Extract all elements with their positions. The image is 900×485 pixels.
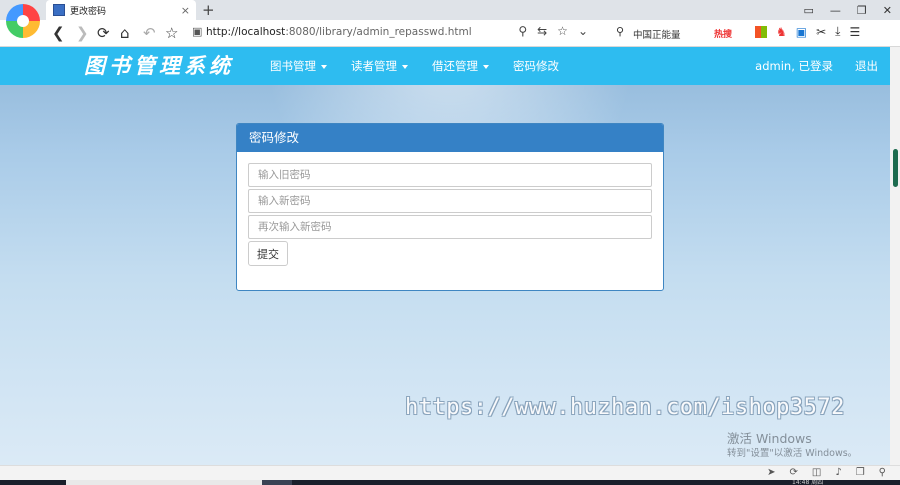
address-bar[interactable]: ▣ http://localhost:8080/library/admin_re…	[188, 23, 598, 43]
back-icon[interactable]: ❮	[52, 23, 65, 43]
search-icon: ⚲	[616, 25, 625, 38]
close-window-icon[interactable]: ✕	[883, 4, 892, 17]
caret-down-icon	[483, 64, 489, 69]
nav-item-label: 图书管理	[270, 59, 316, 73]
window-controls: ▭ — ❐ ✕	[804, 0, 893, 20]
taskbar-app-browser[interactable]	[66, 480, 262, 485]
password-form: 提交	[237, 152, 663, 266]
nav-item-books[interactable]: 图书管理	[270, 47, 327, 85]
page-favicon-icon	[53, 4, 65, 16]
refresh-icon[interactable]: ⟳	[789, 466, 797, 480]
app-page: 图书管理系统 图书管理 读者管理 借还管理 密码修改 admin, 已登录 退出…	[0, 47, 890, 465]
nav-menu: 图书管理 读者管理 借还管理 密码修改	[270, 47, 583, 85]
brand-logo[interactable]: 图书管理系统	[84, 50, 234, 80]
activate-windows-subtitle: 转到"设置"以激活 Windows。	[727, 448, 858, 459]
logout-link[interactable]: 退出	[855, 47, 878, 85]
nav-item-lending[interactable]: 借还管理	[432, 47, 489, 85]
confirm-password-input[interactable]	[248, 215, 652, 239]
window-icon[interactable]: ❐	[856, 466, 865, 480]
bookmark-star-icon[interactable]: ☆	[165, 23, 178, 43]
lock-icon: ▣	[192, 25, 203, 38]
volume-icon[interactable]: ♪	[835, 466, 841, 480]
browser-status-bar: ➤ ⟳ ◫ ♪ ❐ ⚲	[0, 465, 900, 480]
nav-item-label: 密码修改	[513, 59, 559, 73]
nav-item-readers[interactable]: 读者管理	[351, 47, 408, 85]
tab-title: 更改密码	[70, 6, 107, 17]
panel-title: 密码修改	[237, 124, 663, 152]
old-password-input[interactable]	[248, 163, 652, 187]
shopping-icon[interactable]: ▣	[796, 25, 807, 39]
nav-item-label: 借还管理	[432, 59, 478, 73]
watermark-text: https://www.huzhan.com/ishop3572	[405, 395, 845, 420]
trash-icon[interactable]: ◫	[812, 466, 821, 480]
taskbar-clock: 14:48 周四	[792, 480, 824, 485]
browser-logo-icon[interactable]	[6, 4, 40, 38]
home-icon[interactable]: ⌂	[120, 23, 130, 43]
browser-toolbar: ❮ ❯ ⟳ ⌂ ↶ ☆ ▣ http://localhost:8080/libr…	[0, 20, 900, 47]
caret-down-icon	[321, 64, 327, 69]
top-navbar: 图书管理系统 图书管理 读者管理 借还管理 密码修改 admin, 已登录 退出	[0, 47, 890, 85]
menu-icon[interactable]: ☰	[849, 25, 860, 39]
taskbar-app-other[interactable]	[262, 480, 292, 485]
hot-search-badge[interactable]: 热搜	[714, 27, 732, 40]
chevron-down-icon[interactable]: ⌄	[578, 24, 588, 38]
shirt-skin-icon[interactable]: ▭	[804, 4, 814, 17]
nav-user-area: admin, 已登录 退出	[755, 47, 878, 85]
logged-in-user[interactable]: admin, 已登录	[755, 47, 833, 85]
nav-item-password[interactable]: 密码修改	[513, 47, 559, 85]
zoom-search-icon[interactable]: ⚲	[879, 466, 886, 480]
restore-icon[interactable]: ❐	[857, 4, 867, 17]
new-tab-button[interactable]: +	[202, 0, 215, 20]
zoom-icon[interactable]: ⚲	[518, 24, 527, 38]
page-scrollbar[interactable]	[890, 47, 900, 465]
minimize-icon[interactable]: —	[830, 4, 841, 17]
address-bar-actions: ⚲ ⇆ ☆ ⌄	[518, 24, 588, 38]
forward-icon[interactable]: ❯	[76, 23, 89, 43]
browser-search-box[interactable]: ⚲ 中国正能量	[612, 24, 704, 42]
search-suggestion[interactable]: 中国正能量	[633, 27, 681, 41]
toolbar-extensions: ♞ ▣ ✂ ⤓ ☰	[755, 24, 860, 39]
nav-item-label: 读者管理	[351, 59, 397, 73]
download-icon[interactable]: ⤓	[835, 24, 840, 39]
reload-icon[interactable]: ⟳	[97, 23, 110, 43]
change-password-panel: 密码修改 提交	[236, 123, 664, 291]
browser-tab-active[interactable]: 更改密码 ×	[46, 0, 196, 20]
rocket-icon[interactable]: ➤	[767, 466, 775, 480]
os-taskbar: 14:48 周四	[0, 480, 900, 485]
favorite-star-icon[interactable]: ☆	[557, 24, 568, 38]
caret-down-icon	[402, 64, 408, 69]
tab-strip: 更改密码 × + ▭ — ❐ ✕	[0, 0, 900, 20]
windows-app-icon[interactable]	[755, 25, 767, 38]
reader-mode-icon[interactable]: ⇆	[537, 24, 547, 38]
new-password-input[interactable]	[248, 189, 652, 213]
undo-close-icon[interactable]: ↶	[143, 23, 156, 43]
tab-close-icon[interactable]: ×	[181, 4, 190, 17]
address-text[interactable]: http://localhost:8080/library/admin_repa…	[206, 26, 472, 38]
gamepad-icon[interactable]: ♞	[776, 25, 787, 39]
submit-button[interactable]: 提交	[248, 241, 288, 266]
status-icons: ➤ ⟳ ◫ ♪ ❐ ⚲	[767, 466, 886, 480]
scrollbar-thumb[interactable]	[893, 149, 898, 187]
scissors-icon[interactable]: ✂	[816, 25, 826, 39]
